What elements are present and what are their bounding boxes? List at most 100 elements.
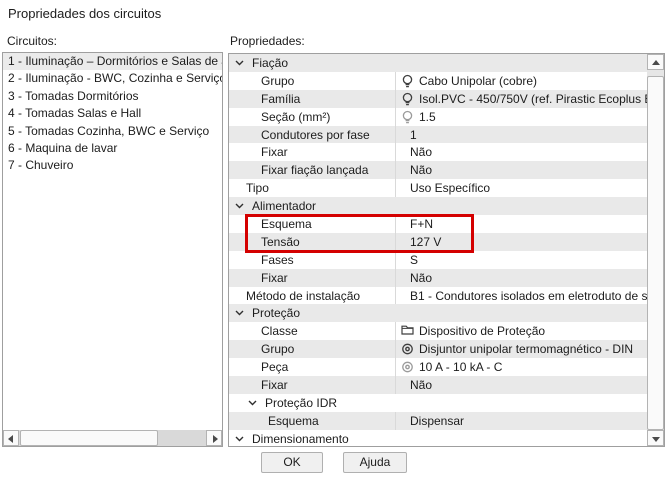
property-value: F+N (410, 217, 433, 231)
vertical-scroll-thumb[interactable] (647, 76, 664, 430)
properties-dialog: Propriedades dos circuitos Circuitos: Pr… (0, 0, 670, 479)
circuit-list-item[interactable]: 7 - Chuveiro (3, 157, 222, 174)
property-name: Família (261, 92, 300, 106)
property-value: Uso Específico (410, 181, 490, 195)
scroll-up-button[interactable] (647, 54, 664, 70)
circuits-listbox: 1 - Iluminação – Dormitórios e Salas de … (2, 52, 223, 447)
property-name: Tipo (246, 181, 269, 195)
circuit-list-item[interactable]: 1 - Iluminação – Dormitórios e Salas de … (3, 53, 222, 70)
property-name: Peça (261, 360, 288, 374)
property-row[interactable]: Método de instalação B1 - Condutores iso… (229, 287, 647, 305)
chevron-down-icon[interactable] (235, 436, 244, 442)
property-name: Esquema (261, 217, 312, 231)
circuit-list-item[interactable]: 3 - Tomadas Dormitórios (3, 88, 222, 105)
chevron-down-icon[interactable] (248, 400, 257, 406)
property-row[interactable]: Fixar Não (229, 143, 647, 161)
property-row[interactable]: Família Isol.PVC - 450/750V (ref. Pirast… (229, 90, 647, 108)
scroll-down-button[interactable] (647, 430, 664, 446)
property-value: Cabo Unipolar (cobre) (419, 74, 537, 88)
right-arrow-icon (213, 435, 218, 443)
chevron-down-icon[interactable] (235, 310, 244, 316)
property-value: Disjuntor unipolar termomagnético - DIN (419, 342, 633, 356)
property-name: Fixar fiação lançada (261, 163, 368, 177)
circuits-label: Circuitos: (7, 34, 57, 48)
property-value: Não (410, 271, 432, 285)
chevron-down-icon[interactable] (235, 60, 244, 66)
bulb-icon (401, 92, 414, 106)
property-value: Não (410, 145, 432, 159)
property-value: 1.5 (419, 110, 436, 124)
property-row[interactable]: Grupo Disjuntor unipolar termomagnético … (229, 340, 647, 358)
folder-icon (401, 324, 414, 338)
group-label: Fiação (252, 56, 288, 70)
property-name: Esquema (268, 414, 319, 428)
bulb-icon (401, 110, 414, 124)
property-name: Grupo (261, 74, 294, 88)
property-name: Grupo (261, 342, 294, 356)
group-row-fiacao[interactable]: Fiação (229, 54, 647, 72)
group-label: Proteção IDR (265, 396, 337, 410)
property-row[interactable]: Fases S (229, 251, 647, 269)
ok-button[interactable]: OK (261, 452, 323, 473)
chevron-down-icon[interactable] (235, 203, 244, 209)
group-label: Proteção (252, 306, 300, 320)
property-row[interactable]: Condutores por fase 1 (229, 126, 647, 144)
group-row-alimentador[interactable]: Alimentador (229, 197, 647, 215)
property-value: Isol.PVC - 450/750V (ref. Pirastic Ecopl… (419, 92, 647, 106)
property-name: Classe (261, 324, 298, 338)
property-name: Tensão (261, 235, 300, 249)
property-value: Não (410, 163, 432, 177)
property-row[interactable]: Fixar Não (229, 269, 647, 287)
vertical-scrollbar[interactable] (647, 54, 664, 446)
horizontal-scroll-thumb[interactable] (20, 430, 158, 446)
property-row[interactable]: Esquema Dispensar (229, 412, 647, 430)
property-value: B1 - Condutores isolados em eletroduto d… (410, 289, 647, 303)
property-row[interactable]: Grupo Cabo Unipolar (cobre) (229, 72, 647, 90)
property-value: 10 A - 10 kA - C (419, 360, 502, 374)
property-name: Fixar (261, 271, 288, 285)
property-value: Não (410, 378, 432, 392)
group-row-protecao[interactable]: Proteção (229, 304, 647, 322)
property-row[interactable]: Peça 10 A - 10 kA - C (229, 358, 647, 376)
left-arrow-icon (8, 435, 13, 443)
target-icon (401, 360, 414, 374)
horizontal-scrollbar[interactable] (3, 430, 222, 446)
help-button[interactable]: Ajuda (343, 452, 407, 473)
property-row[interactable]: Fixar fiação lançada Não (229, 161, 647, 179)
property-value: 1 (410, 128, 417, 142)
group-label: Alimentador (252, 199, 316, 213)
property-row[interactable]: Classe Dispositivo de Proteção (229, 322, 647, 340)
down-arrow-icon (652, 437, 660, 442)
property-row-tensao[interactable]: Tensão 127 V (229, 233, 647, 251)
group-row-dimensionamento[interactable]: Dimensionamento (229, 430, 647, 446)
property-value: Dispositivo de Proteção (419, 324, 545, 338)
properties-label: Propriedades: (230, 34, 305, 48)
property-name: Fixar (261, 145, 288, 159)
property-row[interactable]: Tipo Uso Específico (229, 179, 647, 197)
properties-rows: Fiação Grupo Cabo Unipolar (cobre) Famíl… (229, 54, 647, 446)
dialog-title: Propriedades dos circuitos (8, 6, 161, 21)
group-label: Dimensionamento (252, 432, 349, 446)
property-value: 127 V (410, 235, 441, 249)
scroll-right-button[interactable] (206, 430, 222, 446)
circuit-list-item[interactable]: 5 - Tomadas Cozinha, BWC e Serviço (3, 123, 222, 140)
up-arrow-icon (652, 60, 660, 65)
properties-grid: Fiação Grupo Cabo Unipolar (cobre) Famíl… (228, 53, 665, 447)
property-name: Fases (261, 253, 294, 267)
subgroup-row-protecao-idr[interactable]: Proteção IDR (229, 394, 647, 412)
property-name: Seção (mm²) (261, 110, 330, 124)
target-icon (401, 342, 414, 356)
property-value: Dispensar (410, 414, 464, 428)
bulb-icon (401, 74, 414, 88)
circuit-list-item[interactable]: 6 - Maquina de lavar (3, 140, 222, 157)
property-value: S (410, 253, 418, 267)
property-row-esquema[interactable]: Esquema F+N (229, 215, 647, 233)
property-name: Condutores por fase (261, 128, 370, 142)
property-name: Método de instalação (246, 289, 360, 303)
property-row[interactable]: Fixar Não (229, 376, 647, 394)
property-row[interactable]: Seção (mm²) 1.5 (229, 108, 647, 126)
property-name: Fixar (261, 378, 288, 392)
circuit-list-item[interactable]: 2 - Iluminação - BWC, Cozinha e Serviço (3, 70, 222, 87)
circuit-list-item[interactable]: 4 - Tomadas Salas e Hall (3, 105, 222, 122)
scroll-left-button[interactable] (3, 430, 19, 446)
